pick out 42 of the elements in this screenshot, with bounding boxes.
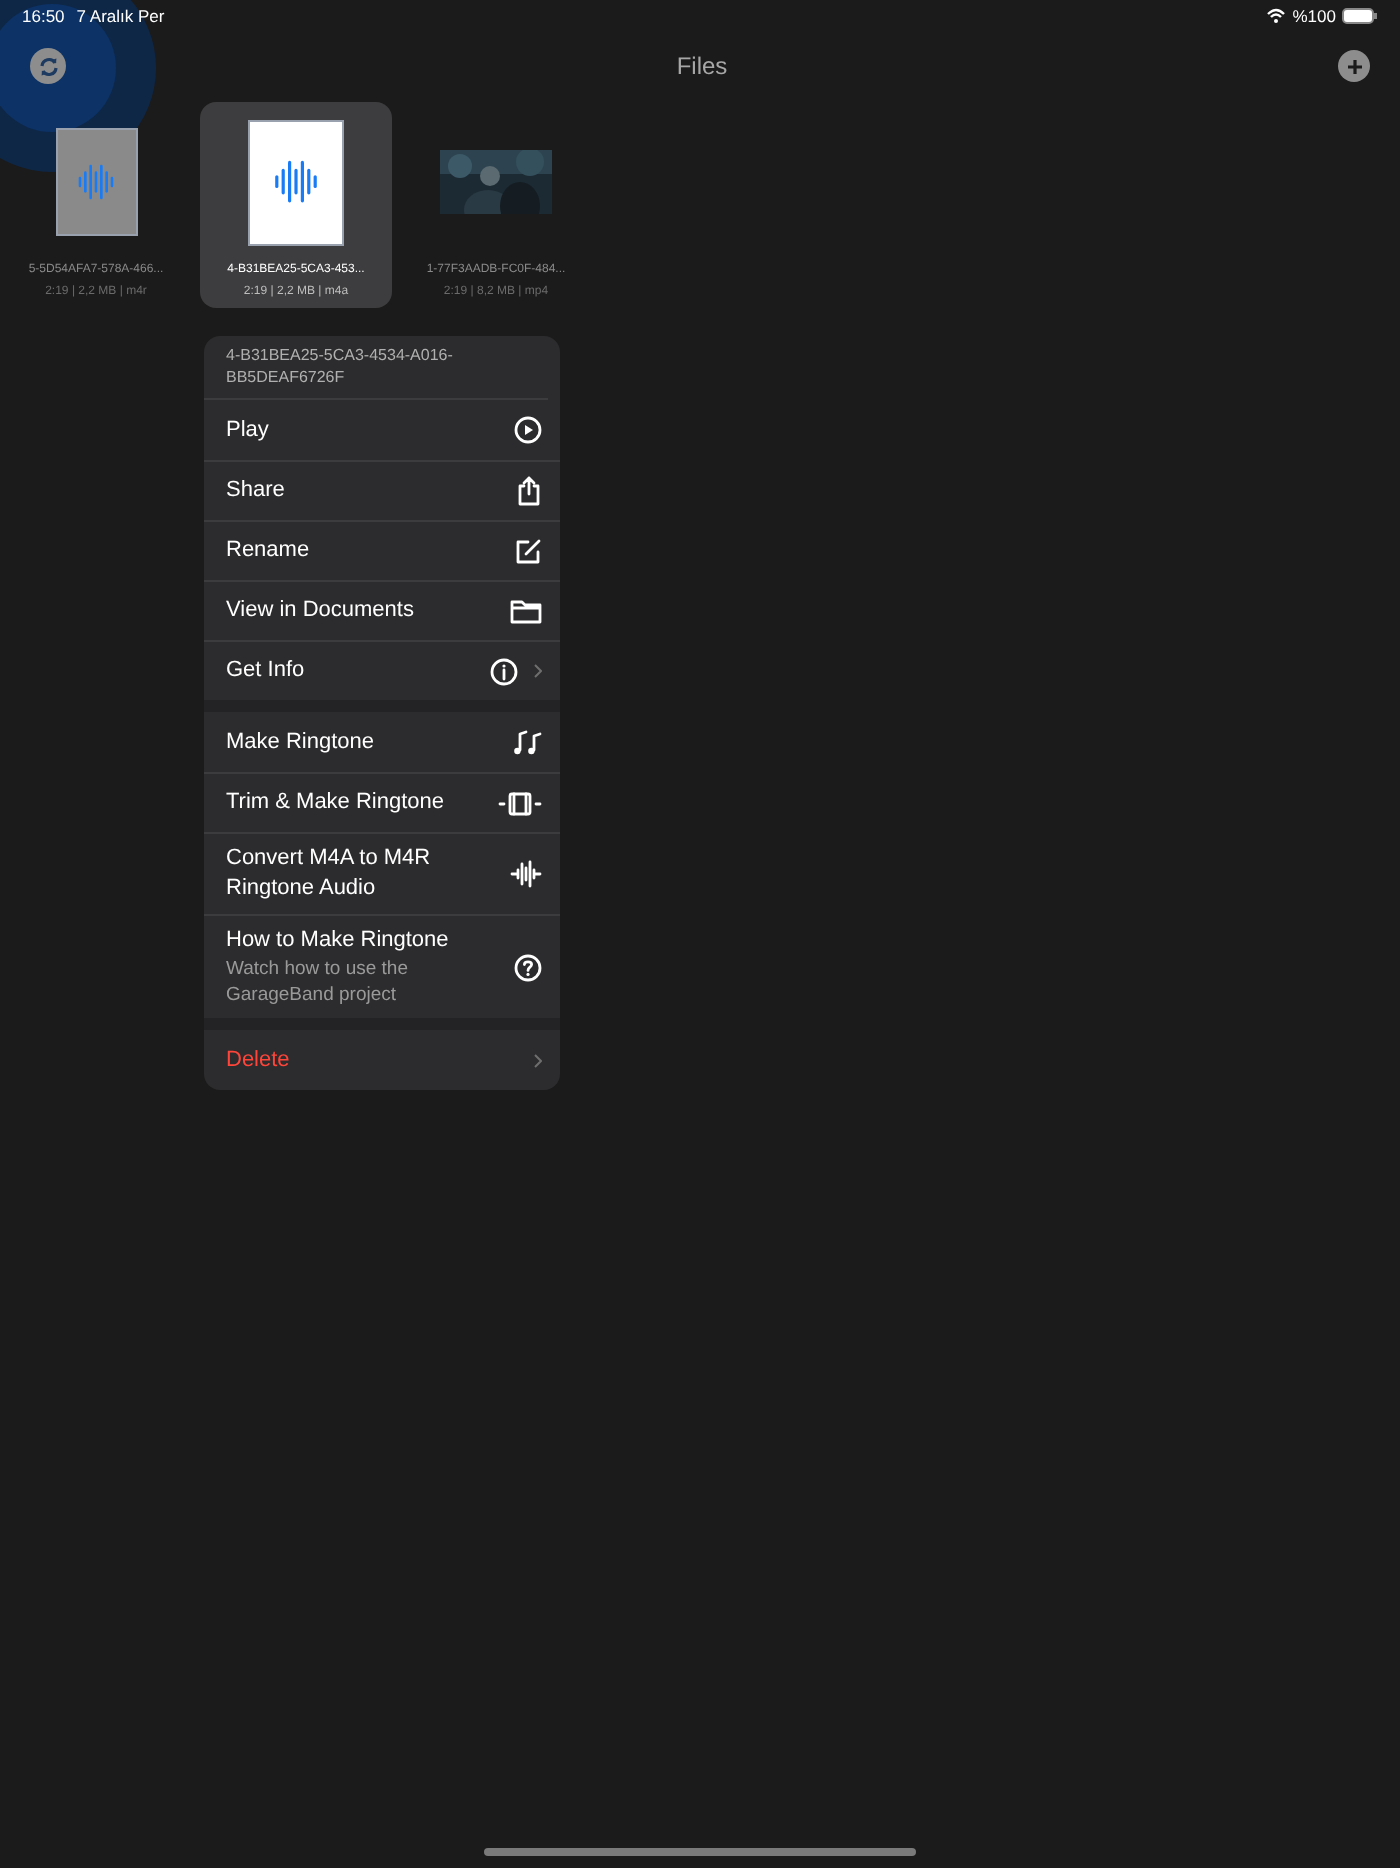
menu-item[interactable]: How to Make Ringtone Watch how to use the GarageBand project [204, 914, 560, 1018]
menu-item-label: Play [226, 415, 269, 445]
edit-icon [514, 537, 542, 565]
menu-item[interactable]: Trim & Make Ringtone [204, 772, 560, 832]
waveform-icon [76, 164, 116, 200]
add-button[interactable] [1338, 50, 1370, 82]
menu-item-label: Rename [226, 536, 310, 566]
wifi-icon [1266, 8, 1287, 24]
waveform-icon [272, 160, 320, 204]
battery-icon [1342, 8, 1378, 24]
menu-item-label: Delete [226, 1045, 290, 1075]
menu-item[interactable]: Rename [204, 520, 560, 580]
menu-item[interactable]: Share [204, 460, 560, 520]
menu-item[interactable]: Play [204, 400, 560, 460]
folder-icon [510, 598, 542, 624]
status-time: 16:50 [22, 3, 65, 29]
menu-item[interactable]: Convert M4A to M4R Ringtone Audio [204, 832, 560, 914]
menu-item-label: Make Ringtone [226, 727, 374, 757]
play-icon [514, 416, 542, 444]
trim-icon [498, 791, 542, 815]
battery-percent: %100 [1292, 3, 1336, 29]
help-icon [514, 953, 542, 981]
menu-item-label: View in Documents [226, 596, 414, 626]
refresh-icon [37, 55, 59, 77]
menu-item[interactable]: Make Ringtone [204, 712, 560, 772]
menu-item[interactable]: Get Info [204, 640, 560, 700]
status-date: 7 Aralık Per [76, 3, 165, 29]
music-notes-icon [512, 729, 542, 755]
menu-header: 4-B31BEA25-5CA3-4534-A016-BB5DEAF6726F [204, 336, 548, 400]
plus-icon [1345, 57, 1363, 75]
menu-item-label: Trim & Make Ringtone [226, 788, 445, 818]
menu-item[interactable]: View in Documents [204, 580, 560, 640]
menu-item-label: Convert M4A to M4R Ringtone Audio [226, 844, 433, 904]
info-icon [490, 657, 518, 685]
menu-item-subtitle: Watch how to use the GarageBand project [226, 956, 411, 1008]
menu-item-label: How to Make Ringtone [226, 926, 449, 956]
nav-title: Files [676, 50, 728, 84]
share-icon [516, 476, 542, 506]
menu-item-label: Get Info [226, 656, 305, 686]
menu-item[interactable]: Delete [204, 1030, 560, 1090]
menu-item-label: Share [226, 476, 285, 506]
waveform-icon [510, 860, 542, 888]
